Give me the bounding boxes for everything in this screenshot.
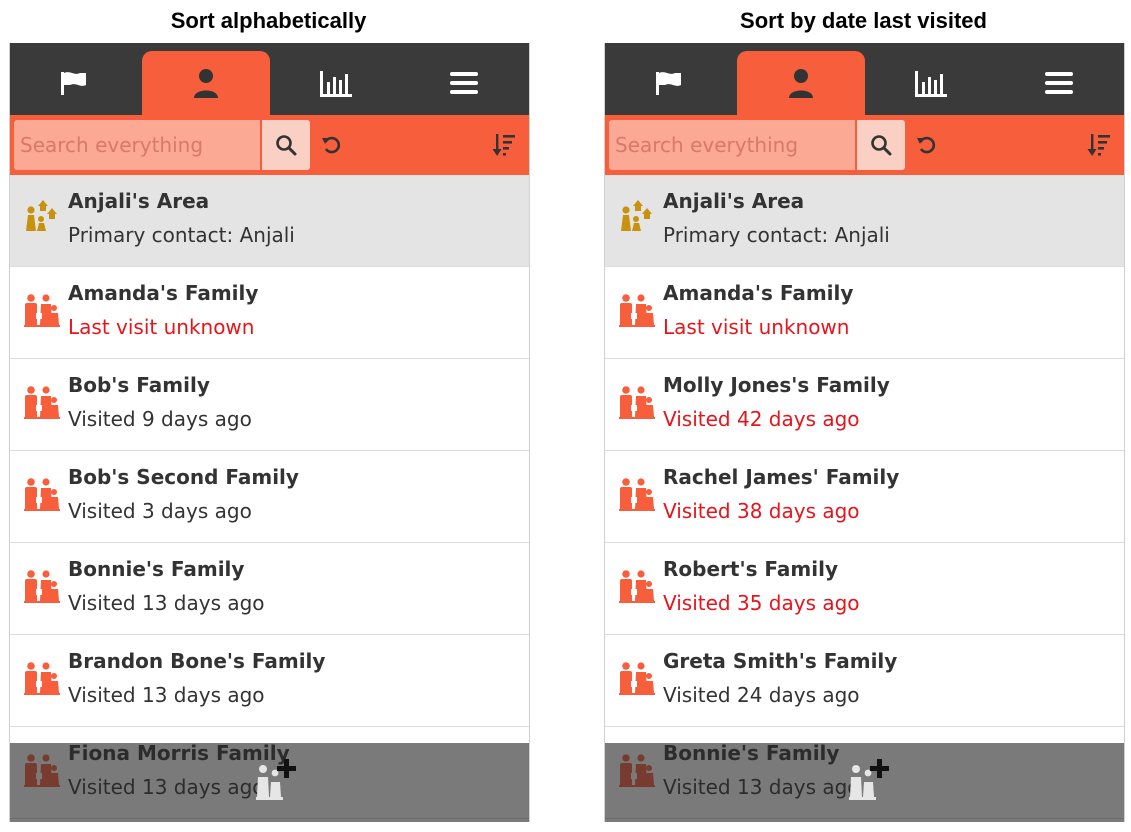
list-item-title: Anjali's Area [663, 189, 805, 213]
family-icon [617, 289, 657, 329]
list-item-subtitle: Visited 9 days ago [68, 407, 252, 431]
list-item[interactable]: Robert's Family Visited 35 days ago [605, 543, 1124, 635]
list-item-subtitle: Visited 24 days ago [663, 683, 860, 707]
search-toolbar [605, 115, 1124, 175]
list-item[interactable]: Brandon Bone's Family Visited 13 days ago [10, 635, 529, 727]
tab-analytics[interactable] [867, 51, 995, 115]
list-item-title: Amanda's Family [663, 281, 854, 305]
list-item-title: Rachel James' Family [663, 465, 900, 489]
tab-menu[interactable] [995, 51, 1123, 115]
list-item[interactable]: Molly Jones's Family Visited 42 days ago [605, 359, 1124, 451]
person-icon [191, 67, 221, 99]
panel-title-date: Sort by date last visited [740, 8, 987, 33]
list-item-title: Bob's Family [68, 373, 210, 397]
list-item[interactable]: Bob's Family Visited 9 days ago [10, 359, 529, 451]
family-icon [617, 473, 657, 513]
family-icon [617, 565, 657, 605]
list-item[interactable]: Anjali's Area Primary contact: Anjali [605, 175, 1124, 267]
add-family-icon [843, 755, 893, 805]
top-navbar [10, 43, 529, 115]
list-item[interactable]: Amanda's Family Last visit unknown [605, 267, 1124, 359]
search-button[interactable] [260, 120, 310, 170]
family-icon [22, 473, 62, 513]
flag-icon [58, 69, 90, 97]
person-icon [786, 67, 816, 99]
sort-button[interactable] [489, 129, 519, 161]
list-item[interactable]: Amanda's Family Last visit unknown [10, 267, 529, 359]
list-item[interactable]: Rachel James' Family Visited 38 days ago [605, 451, 1124, 543]
contact-list: Anjali's Area Primary contact: Anjali Aman… [10, 175, 529, 819]
list-item-subtitle: Visited 42 days ago [663, 407, 860, 431]
list-item[interactable]: Greta Smith's Family Visited 24 days ago [605, 635, 1124, 727]
search-input[interactable] [14, 120, 259, 170]
list-item-subtitle: Visited 13 days ago [68, 683, 265, 707]
sort-icon [492, 132, 516, 158]
tab-messages[interactable] [605, 51, 733, 115]
list-item[interactable]: Bonnie's Family Visited 13 days ago [10, 543, 529, 635]
search-box [14, 120, 310, 170]
tab-messages[interactable] [10, 51, 138, 115]
family-icon [617, 381, 657, 421]
panel-title-alphabetical: Sort alphabetically [170, 8, 367, 33]
tab-people[interactable] [142, 51, 270, 115]
tab-analytics[interactable] [272, 51, 400, 115]
list-item-subtitle: Visited 3 days ago [68, 499, 252, 523]
reset-icon [320, 134, 342, 156]
list-item-subtitle: Visited 35 days ago [663, 591, 860, 615]
list-item-title: Brandon Bone's Family [68, 649, 326, 673]
family-icon [22, 657, 62, 697]
list-item-title: Robert's Family [663, 557, 839, 581]
app-screen-alphabetical: Anjali's Area Primary contact: Anjali Aman… [9, 43, 530, 822]
search-button[interactable] [855, 120, 905, 170]
list-item-title: Bob's Second Family [68, 465, 299, 489]
tab-menu[interactable] [400, 51, 528, 115]
list-item-subtitle: Visited 38 days ago [663, 499, 860, 523]
list-item-title: Molly Jones's Family [663, 373, 890, 397]
family-icon [617, 657, 657, 697]
list-item-subtitle: Last visit unknown [663, 315, 850, 339]
menu-icon [1044, 70, 1074, 96]
add-family-button[interactable] [843, 755, 893, 805]
family-icon [22, 289, 62, 329]
reset-button[interactable] [315, 129, 347, 161]
family-icon [22, 565, 62, 605]
list-item-subtitle: Visited 13 days ago [68, 591, 265, 615]
analytics-icon [318, 68, 354, 98]
list-item[interactable]: Bob's Second Family Visited 3 days ago [10, 451, 529, 543]
list-item-title: Greta Smith's Family [663, 649, 898, 673]
flag-icon [653, 69, 685, 97]
add-family-icon [250, 755, 300, 805]
search-icon [275, 134, 297, 156]
reset-button[interactable] [910, 129, 942, 161]
list-item-title: Amanda's Family [68, 281, 259, 305]
analytics-icon [913, 68, 949, 98]
menu-icon [449, 70, 479, 96]
search-box [609, 120, 905, 170]
contact-list: Anjali's Area Primary contact: Anjali Aman… [605, 175, 1124, 819]
list-item-title: Anjali's Area [68, 189, 210, 213]
search-icon [870, 134, 892, 156]
list-item-subtitle: Primary contact: Anjali [68, 223, 295, 247]
sort-icon [1087, 132, 1111, 158]
search-input[interactable] [609, 120, 854, 170]
reset-icon [915, 134, 937, 156]
list-item[interactable]: Anjali's Area Primary contact: Anjali [10, 175, 529, 267]
list-item-title: Bonnie's Family [68, 557, 245, 581]
sort-button[interactable] [1084, 129, 1114, 161]
list-item-subtitle: Primary contact: Anjali [663, 223, 890, 247]
family-icon [22, 381, 62, 421]
area-icon [617, 197, 657, 237]
add-family-button[interactable] [250, 755, 300, 805]
search-toolbar [10, 115, 529, 175]
tab-people[interactable] [737, 51, 865, 115]
list-item-subtitle: Last visit unknown [68, 315, 255, 339]
app-screen-date: Anjali's Area Primary contact: Anjali Aman… [604, 43, 1125, 822]
area-icon [22, 197, 62, 237]
top-navbar [605, 43, 1124, 115]
